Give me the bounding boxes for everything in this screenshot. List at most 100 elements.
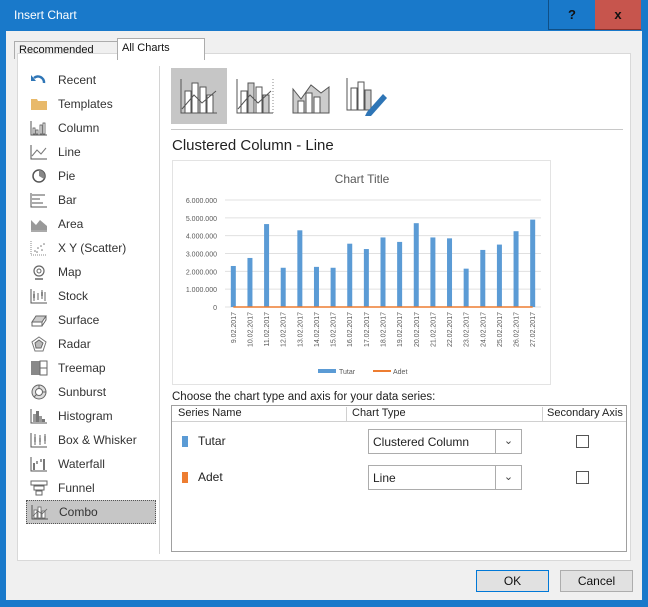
bar-tutar	[347, 243, 353, 307]
chart-type-value: Clustered Column	[373, 435, 470, 449]
gallery-divider	[171, 129, 623, 130]
sidebar-item-label: Area	[58, 217, 84, 231]
subtype-custom-combination[interactable]	[339, 68, 395, 124]
bar-tutar	[397, 241, 403, 307]
sidebar-item-area[interactable]: Area	[26, 212, 156, 236]
bar-tutar	[430, 237, 436, 307]
title-bar: Insert Chart ? x	[0, 0, 648, 31]
sidebar-item-surface[interactable]: Surface	[26, 308, 156, 332]
y-tick-label: 1.000.000	[186, 287, 217, 294]
bar-tutar	[463, 268, 469, 307]
bar-tutar	[380, 237, 386, 307]
help-button[interactable]: ?	[548, 0, 595, 30]
y-tick-label: 4.000.000	[186, 234, 217, 241]
waterfall-chart-icon	[30, 457, 47, 472]
sidebar-item-treemap[interactable]: Treemap	[26, 356, 156, 380]
sidebar-item-box-whisker[interactable]: Box & Whisker	[26, 428, 156, 452]
sidebar-item-line[interactable]: Line	[26, 140, 156, 164]
column-chart-icon	[30, 121, 47, 136]
series-config-table: Series Name Chart Type Secondary Axis Tu…	[171, 405, 627, 552]
header-separator	[346, 407, 347, 421]
x-tick-label: 20.02.2017	[414, 312, 421, 347]
bar-tutar	[480, 249, 486, 307]
sidebar-item-funnel[interactable]: Funnel	[26, 476, 156, 500]
sidebar-item-histogram[interactable]: Histogram	[26, 404, 156, 428]
tab-all-charts[interactable]: All Charts	[117, 38, 205, 60]
sidebar-item-stock[interactable]: Stock	[26, 284, 156, 308]
series-name: Tutar	[198, 434, 226, 448]
sidebar-item-scatter[interactable]: X Y (Scatter)	[26, 236, 156, 260]
sidebar-item-radar[interactable]: Radar	[26, 332, 156, 356]
secondary-axis-checkbox-tutar[interactable]	[576, 435, 589, 448]
series-color-swatch	[182, 472, 188, 483]
sidebar-item-sunburst[interactable]: Sunburst	[26, 380, 156, 404]
x-tick-label: 11.02.2017	[264, 312, 271, 347]
funnel-chart-icon	[30, 480, 48, 496]
x-tick-label: 18.02.2017	[381, 312, 388, 347]
x-tick-label: 15.02.2017	[331, 312, 338, 347]
close-button[interactable]: x	[595, 0, 641, 30]
y-tick-label: 5.000.000	[186, 216, 217, 223]
x-tick-label: 12.02.2017	[281, 312, 288, 347]
x-tick-label: 13.02.2017	[297, 312, 304, 347]
sidebar-item-templates[interactable]: Templates	[26, 92, 156, 116]
dialog-title: Insert Chart	[14, 8, 77, 22]
sidebar-item-waterfall[interactable]: Waterfall	[26, 452, 156, 476]
chart-type-list: Recent Templates Column Line Pie Bar Are…	[26, 68, 156, 524]
sidebar-item-column[interactable]: Column	[26, 116, 156, 140]
column-line-secondary-axis-icon	[236, 79, 274, 114]
bar-chart-icon	[30, 193, 47, 208]
subtype-clustered-column-line[interactable]	[171, 68, 227, 124]
chart-preview: Chart Title 0 1.000.000 2.000.000 3.000.000…	[172, 160, 551, 385]
sidebar-item-label: Histogram	[58, 409, 113, 423]
chart-type-value: Line	[373, 471, 396, 485]
recent-icon	[31, 75, 46, 84]
chevron-down-icon[interactable]: ⌄	[495, 466, 521, 489]
x-tick-label: 27.02.2017	[530, 312, 537, 347]
area-chart-icon	[31, 220, 47, 232]
insert-chart-dialog: Insert Chart ? x Recommended Charts All …	[0, 0, 648, 607]
x-tick-label: 23.02.2017	[464, 312, 471, 347]
x-tick-label: 24.02.2017	[480, 312, 487, 347]
treemap-chart-icon	[31, 360, 48, 376]
bar-tutar	[247, 257, 253, 307]
bar-tutar	[280, 267, 286, 307]
chart-type-select-tutar[interactable]: Clustered Column ⌄	[368, 429, 522, 454]
map-chart-icon	[33, 265, 45, 280]
chart-title: Chart Title	[335, 172, 390, 186]
sidebar-item-pie[interactable]: Pie	[26, 164, 156, 188]
stock-chart-icon	[30, 289, 47, 304]
sidebar-item-label: Combo	[59, 505, 98, 519]
subtype-stacked-area-clustered-column[interactable]	[283, 68, 339, 124]
legend-label-adet: Adet	[393, 369, 407, 376]
series-row-tutar: Tutar Clustered Column ⌄	[172, 428, 626, 456]
sidebar-item-map[interactable]: Map	[26, 260, 156, 284]
pie-chart-icon	[32, 169, 46, 183]
sidebar-item-label: Funnel	[58, 481, 95, 495]
combo-chart-icon	[31, 505, 48, 520]
sidebar-item-recent[interactable]: Recent	[26, 68, 156, 92]
chart-subtype-title: Clustered Column - Line	[172, 137, 334, 154]
x-tick-label: 16.02.2017	[347, 312, 354, 347]
subtype-clustered-column-line-secondary-axis[interactable]	[227, 68, 283, 124]
x-tick-label: 10.02.2017	[247, 312, 254, 347]
bar-tutar	[530, 219, 536, 307]
chevron-down-icon[interactable]: ⌄	[495, 430, 521, 453]
custom-combination-pencil-icon	[346, 78, 387, 116]
ok-button[interactable]: OK	[476, 570, 549, 592]
x-tick-label: 22.02.2017	[447, 312, 454, 347]
bar-tutar	[313, 266, 319, 307]
secondary-axis-checkbox-adet[interactable]	[576, 471, 589, 484]
sunburst-chart-icon	[31, 384, 47, 400]
sidebar-item-label: Box & Whisker	[58, 433, 137, 447]
x-tick-label: 25.02.2017	[497, 312, 504, 347]
sidebar-item-label: Bar	[58, 193, 77, 207]
sidebar-item-label: Column	[58, 121, 100, 135]
sidebar-item-combo[interactable]: Combo	[26, 500, 156, 524]
histogram-chart-icon	[30, 409, 47, 424]
sidebar-item-bar[interactable]: Bar	[26, 188, 156, 212]
x-tick-label: 21.02.2017	[430, 312, 437, 347]
x-tick-label: 19.02.2017	[397, 312, 404, 347]
chart-type-select-adet[interactable]: Line ⌄	[368, 465, 522, 490]
cancel-button[interactable]: Cancel	[560, 570, 633, 592]
